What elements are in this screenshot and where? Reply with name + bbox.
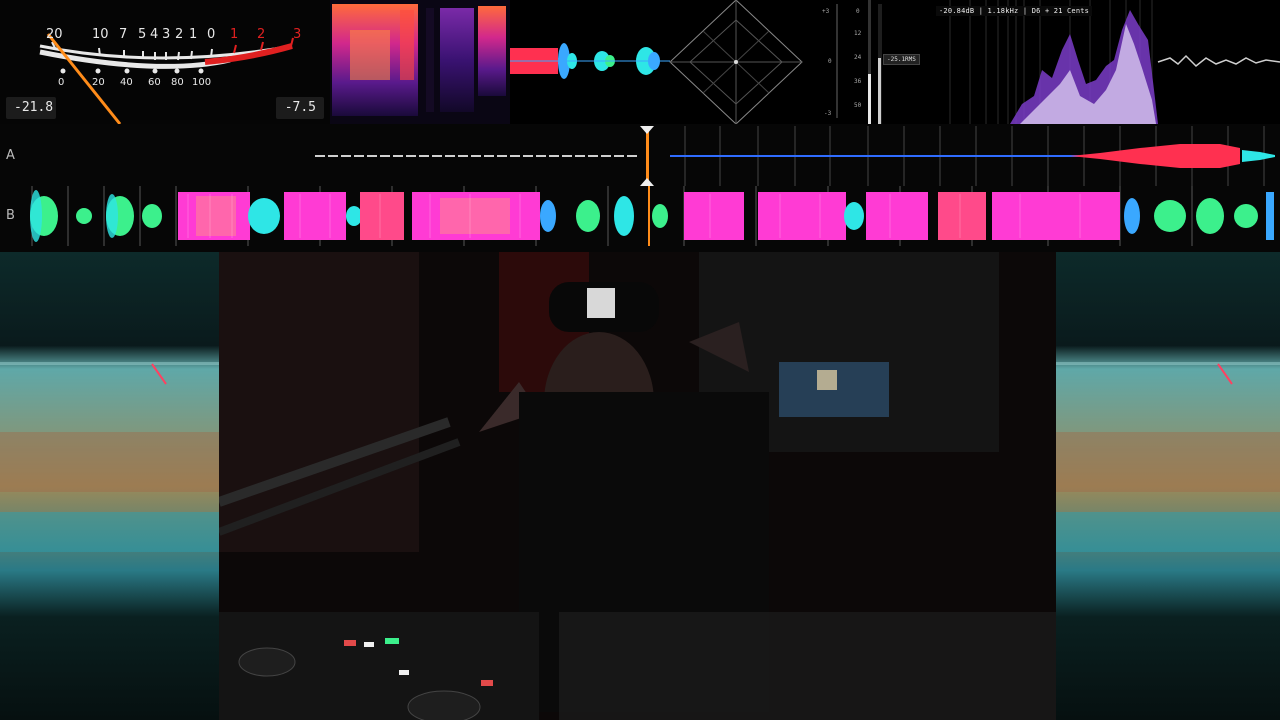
spectrum-analyzer: [930, 0, 1280, 124]
webcam-feed: [219, 252, 1056, 720]
vu-left-readout: -21.8: [6, 97, 56, 119]
tuner-readout: -20.84dB | 1.18kHz | D6 + 21 Cents: [936, 6, 1093, 16]
deck-a-label: A: [6, 148, 15, 163]
deck-a-waveform[interactable]: [20, 126, 1280, 186]
deck-waveforms: A B: [0, 124, 1280, 252]
vu-scale-bottom: 0 20 40 60 80 100: [58, 77, 212, 88]
rms-badge: -25.1RMS: [883, 54, 920, 65]
visualizer-left-panel: [0, 252, 224, 720]
vu-meter: 20 10 7 5 4 3 2 1 0 1 2 3 0 20 40 60 80 …: [0, 0, 330, 125]
spectrogram: [330, 0, 510, 124]
vu-scale-top: 20 10 7 5 4 3 2 1 0 1 2 3: [46, 27, 302, 42]
goniometer: [668, 0, 804, 125]
vu-right-readout: -7.5: [276, 97, 324, 119]
deck-a-row[interactable]: A: [0, 126, 1280, 186]
deck-b-label: B: [6, 208, 15, 223]
mini-waveform: [510, 0, 670, 124]
deck-b-row[interactable]: B: [0, 186, 1280, 246]
deck-b-waveform[interactable]: [20, 186, 1280, 246]
visualizer-right-panel: [1056, 252, 1280, 720]
video-area: [0, 252, 1280, 720]
audio-analyzer-strip: 20 10 7 5 4 3 2 1 0 1 2 3 0 20 40 60 80 …: [0, 0, 1280, 125]
